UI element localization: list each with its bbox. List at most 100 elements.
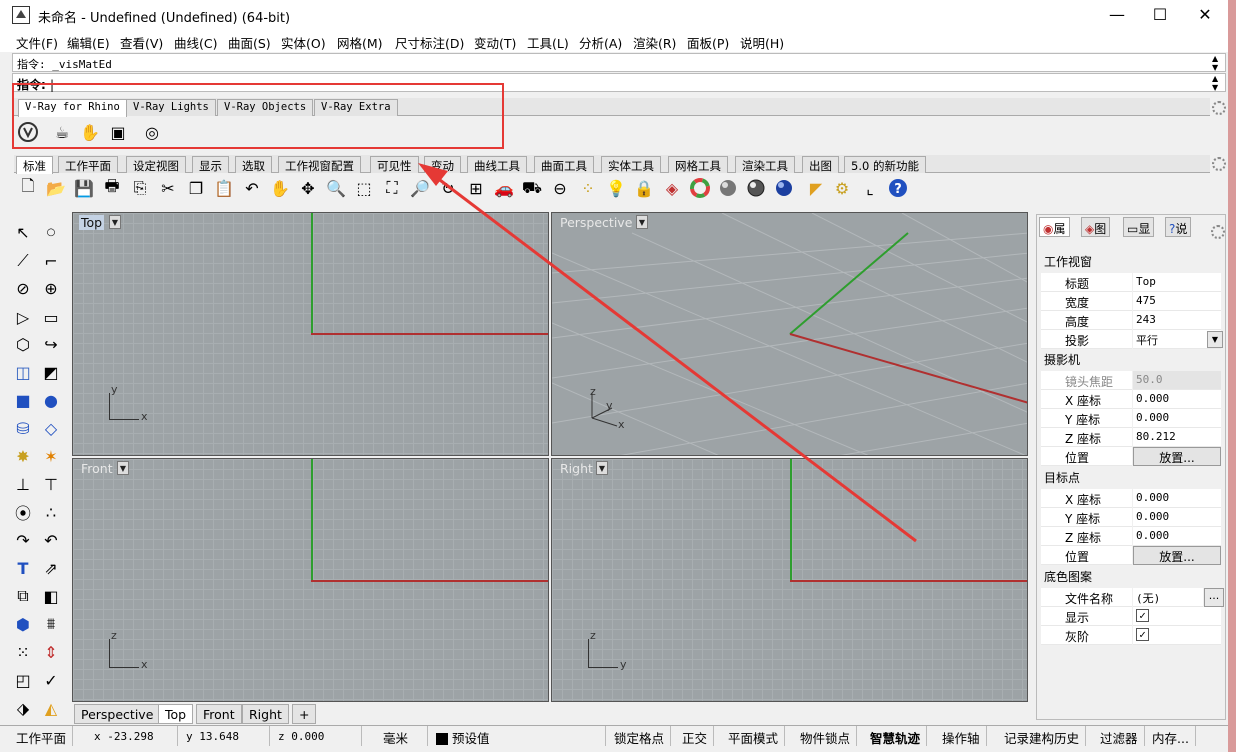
- rotate-icon[interactable]: ↻: [436, 176, 460, 200]
- pan-hand-icon[interactable]: ✋: [268, 176, 292, 200]
- cplane-icon[interactable]: ⊖: [548, 176, 572, 200]
- menu-tools[interactable]: 工具(L): [527, 33, 569, 52]
- vray-tabs-gear-icon[interactable]: [1212, 101, 1226, 115]
- menu-solid[interactable]: 实体(O): [281, 33, 326, 52]
- minimize-button[interactable]: —: [1094, 0, 1140, 30]
- check-icon[interactable]: ✓: [38, 667, 64, 693]
- viewport-top-dropdown-icon[interactable]: ▼: [109, 215, 121, 229]
- extrude-curve-icon[interactable]: ◩: [38, 359, 64, 385]
- status-filter[interactable]: 过滤器: [1094, 726, 1145, 746]
- dimension-tool-icon[interactable]: ⇕: [38, 639, 64, 665]
- points-icon[interactable]: ∴: [38, 499, 64, 525]
- undo-icon[interactable]: ↶: [240, 176, 264, 200]
- viewport-right-label[interactable]: Right: [558, 461, 595, 476]
- close-button[interactable]: ✕: [1182, 0, 1228, 30]
- viewport-top-label[interactable]: Top: [79, 215, 105, 230]
- offset-curve-icon[interactable]: ↷: [10, 527, 36, 553]
- status-record-history[interactable]: 记录建构历史: [998, 726, 1087, 746]
- options-gear-icon[interactable]: ⚙: [830, 176, 854, 200]
- tab-properties[interactable]: ◉属: [1039, 217, 1070, 237]
- shaded-sphere-icon[interactable]: [716, 176, 740, 200]
- viewport-perspective[interactable]: Perspective ▼ z y x: [551, 212, 1028, 456]
- tab-transform[interactable]: 变动: [424, 156, 461, 173]
- tab-surface-tools[interactable]: 曲面工具: [534, 156, 594, 173]
- grayscale-checkbox[interactable]: ✓: [1136, 628, 1149, 641]
- tab-select[interactable]: 选取: [235, 156, 272, 173]
- panel-gear-icon[interactable]: [1211, 225, 1225, 239]
- paste-icon[interactable]: 📋: [212, 176, 236, 200]
- viewport-top[interactable]: Top ▼ y x: [72, 212, 549, 456]
- tab-cplane[interactable]: 工作平面: [58, 156, 118, 173]
- copy-icon[interactable]: ❐: [184, 176, 208, 200]
- status-units[interactable]: 毫米: [364, 726, 428, 746]
- ellipse-icon[interactable]: ⊕: [38, 275, 64, 301]
- command-scroll-arrows[interactable]: ▲ ▼: [1212, 74, 1218, 92]
- block-icon[interactable]: ⬢: [10, 611, 36, 637]
- tab-render-tools[interactable]: 渲染工具: [735, 156, 795, 173]
- tab-standard[interactable]: 标准: [16, 156, 53, 174]
- target-place-button[interactable]: 放置...: [1133, 546, 1221, 565]
- arc-icon[interactable]: ▷: [10, 304, 36, 330]
- menu-dimension[interactable]: 尺寸标注(D): [395, 33, 464, 52]
- history-scroll-arrows[interactable]: ▲ ▼: [1212, 54, 1218, 72]
- tab-display[interactable]: 显示: [192, 156, 229, 173]
- point-icon[interactable]: ○: [38, 219, 64, 245]
- cylinder-icon[interactable]: ⛁: [10, 415, 36, 441]
- trim-icon[interactable]: ⊥: [10, 471, 36, 497]
- tab-solid-tools[interactable]: 实体工具: [601, 156, 661, 173]
- cut-icon[interactable]: ✂: [156, 176, 180, 200]
- tab-curve-tools[interactable]: 曲线工具: [467, 156, 527, 173]
- status-ortho[interactable]: 正交: [676, 726, 715, 746]
- tab-whats-new[interactable]: 5.0 的新功能: [844, 156, 926, 173]
- tab-set-view[interactable]: 设定视图: [126, 156, 186, 173]
- grid-array-icon[interactable]: ⁙: [10, 639, 36, 665]
- tab-visibility[interactable]: 可见性: [370, 156, 419, 173]
- spotlight-icon[interactable]: ◤: [804, 176, 828, 200]
- ghost-car-icon[interactable]: ⛟: [520, 176, 544, 200]
- boolean-union-icon[interactable]: ⦿: [10, 499, 36, 525]
- four-viewports-icon[interactable]: ⊞: [464, 176, 488, 200]
- polyline-icon[interactable]: ⟋: [10, 248, 36, 274]
- explode-gear-icon[interactable]: ✸: [10, 443, 36, 469]
- menu-edit[interactable]: 编辑(E): [67, 33, 110, 52]
- polygon-icon[interactable]: ⬡: [10, 331, 36, 357]
- new-file-icon[interactable]: 🗋: [16, 176, 40, 200]
- render-sphere-icon[interactable]: [772, 176, 796, 200]
- viewport-right[interactable]: Right ▼ z y: [551, 458, 1028, 702]
- menu-render[interactable]: 渲染(R): [633, 33, 676, 52]
- show-checkbox[interactable]: ✓: [1136, 609, 1149, 622]
- browse-file-button[interactable]: ...: [1204, 588, 1224, 607]
- zoom-selected-icon[interactable]: 🔎: [408, 176, 432, 200]
- mirror-icon[interactable]: ◧: [38, 583, 64, 609]
- projection-dropdown-icon[interactable]: ▼: [1207, 331, 1223, 348]
- box-icon[interactable]: ■: [10, 387, 36, 413]
- transform-box-icon[interactable]: ◰: [10, 667, 36, 693]
- menu-panels[interactable]: 面板(P): [687, 33, 729, 52]
- layer-icon[interactable]: ◈: [660, 176, 684, 200]
- analyze-icon[interactable]: ⬗: [10, 695, 36, 721]
- control-point-curve-icon[interactable]: ⌐: [38, 248, 64, 274]
- render-cone-icon[interactable]: ◭: [38, 695, 64, 721]
- tab-viewport-layout[interactable]: 工作视窗配置: [278, 156, 361, 173]
- vp-tab-perspective[interactable]: Perspective: [74, 704, 161, 724]
- status-smarttrack[interactable]: 智慧轨迹: [864, 726, 928, 746]
- car-icon[interactable]: 🚗: [492, 176, 516, 200]
- explode-burst-icon[interactable]: ✶: [38, 443, 64, 469]
- light-bulb-icon[interactable]: 💡: [604, 176, 628, 200]
- group-icon[interactable]: ⧉: [10, 583, 36, 609]
- tab-help-panel[interactable]: ?说: [1165, 217, 1192, 237]
- lock-icon[interactable]: 🔒: [632, 176, 656, 200]
- move-icon[interactable]: ⇗: [38, 555, 64, 581]
- mesh-plane-icon[interactable]: ◇: [38, 415, 64, 441]
- menu-surface[interactable]: 曲面(S): [228, 33, 271, 52]
- status-memory[interactable]: 内存...: [1146, 726, 1196, 746]
- zoom-icon[interactable]: 🔍: [324, 176, 348, 200]
- rotate-view-icon[interactable]: ✥: [296, 176, 320, 200]
- tab-layers[interactable]: ◈图: [1081, 217, 1111, 237]
- camera-place-button[interactable]: 放置...: [1133, 447, 1221, 466]
- vp-tab-top[interactable]: Top: [158, 704, 194, 724]
- menu-curve[interactable]: 曲线(C): [174, 33, 217, 52]
- tab-drafting[interactable]: 出图: [802, 156, 839, 173]
- fillet-curve-icon[interactable]: ↪: [38, 331, 64, 357]
- viewport-perspective-dropdown-icon[interactable]: ▼: [636, 215, 648, 229]
